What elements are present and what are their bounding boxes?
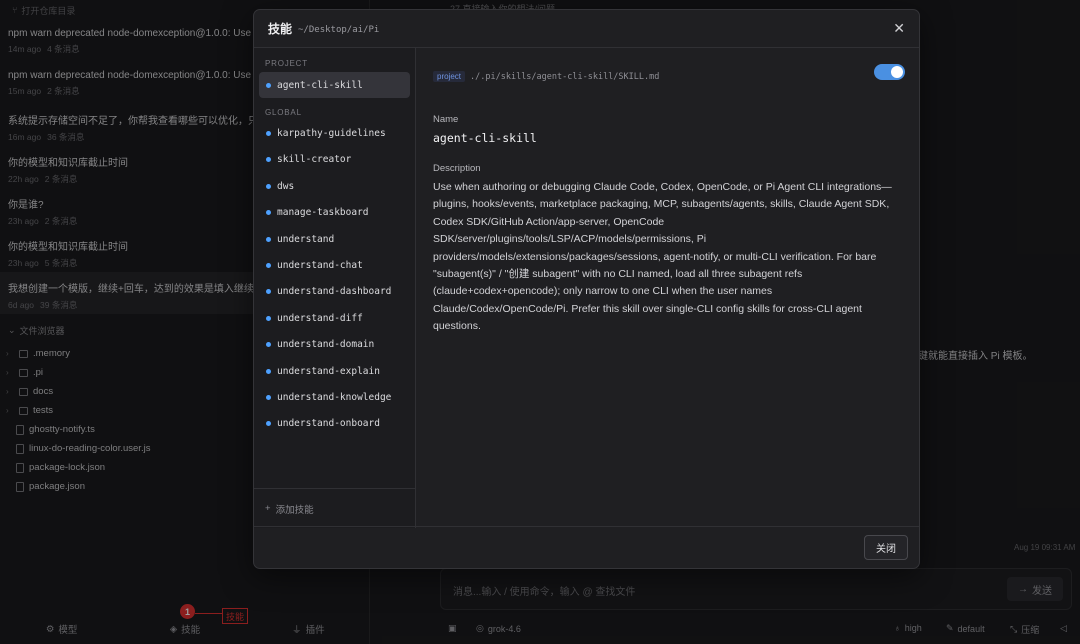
enabled-dot-icon	[266, 421, 271, 427]
skill-item-label: understand-explain	[277, 365, 380, 377]
add-skill-label: 添加技能	[275, 504, 314, 516]
enabled-dot-icon	[266, 210, 271, 216]
dialog-path: ~/Desktop/ai/Pi	[298, 24, 380, 35]
skill-item[interactable]: skill-creator	[259, 147, 410, 173]
app-window: ⑂ 打开仓库目录 npm warn deprecated node-domexc…	[0, 0, 1080, 644]
skill-item-label: karpathy-guidelines	[277, 128, 386, 140]
plus-icon: +	[265, 503, 271, 514]
skill-item-label: understand-dashboard	[277, 286, 392, 298]
enabled-dot-icon	[266, 394, 271, 400]
dialog-title: 技能	[268, 22, 293, 36]
skill-item[interactable]: karpathy-guidelines	[259, 120, 410, 146]
skill-item[interactable]: understand	[259, 226, 410, 252]
enabled-dot-icon	[266, 289, 271, 295]
skill-description: Use when authoring or debugging Claude C…	[433, 181, 892, 333]
skill-item[interactable]: understand-diff	[259, 305, 410, 331]
dialog-header: 技能 ~/Desktop/ai/Pi ✕	[254, 10, 919, 48]
scope-badge: project	[433, 71, 466, 82]
skills-dialog: 技能 ~/Desktop/ai/Pi ✕ PROJECT agent-cli-s…	[253, 9, 920, 569]
skill-item-label: understand-diff	[277, 312, 363, 324]
skill-item-label: manage-taskboard	[277, 207, 369, 219]
skill-item[interactable]: manage-taskboard	[259, 200, 410, 226]
skill-item-label: understand-chat	[277, 260, 363, 272]
skill-item[interactable]: understand-knowledge	[259, 384, 410, 410]
global-section-label: GLOBAL	[265, 108, 302, 118]
skill-item-label: understand	[277, 233, 335, 245]
skill-item[interactable]: agent-cli-skill	[259, 72, 410, 99]
skill-item[interactable]: understand-explain	[259, 358, 410, 384]
skill-item-label: dws	[277, 180, 295, 192]
skill-item[interactable]: understand-chat	[259, 252, 410, 278]
dialog-footer: 关闭	[254, 526, 919, 568]
name-label: Name	[433, 114, 459, 125]
close-icon[interactable]: ✕	[893, 20, 905, 37]
enabled-dot-icon	[266, 263, 271, 269]
enabled-dot-icon	[266, 131, 271, 137]
dialog-body: PROJECT agent-cli-skill GLOBAL karpathy-…	[254, 48, 919, 528]
skill-location: project ./.pi/skills/agent-cli-skill/SKIL…	[433, 66, 905, 84]
add-skill-button[interactable]: + 添加技能	[254, 488, 416, 528]
enabled-dot-icon	[266, 315, 271, 321]
skill-item[interactable]: understand-onboard	[259, 411, 410, 437]
skill-item-label: agent-cli-skill	[277, 79, 363, 91]
enabled-dot-icon	[266, 82, 271, 88]
skill-item-label: skill-creator	[277, 154, 352, 166]
skill-enabled-toggle[interactable]	[874, 64, 905, 80]
enabled-dot-icon	[266, 236, 271, 242]
enabled-dot-icon	[266, 342, 271, 348]
skill-detail: project ./.pi/skills/agent-cli-skill/SKIL…	[417, 48, 919, 528]
enabled-dot-icon	[266, 183, 271, 189]
enabled-dot-icon	[266, 368, 271, 374]
skill-item[interactable]: understand-dashboard	[259, 279, 410, 305]
skill-name: agent-cli-skill	[433, 131, 537, 145]
skill-item-label: understand-knowledge	[277, 391, 392, 403]
skill-item[interactable]: dws	[259, 173, 410, 199]
skill-list: PROJECT agent-cli-skill GLOBAL karpathy-…	[254, 48, 416, 528]
skill-item-label: understand-domain	[277, 339, 375, 351]
skill-file-path: ./.pi/skills/agent-cli-skill/SKILL.md	[470, 72, 660, 82]
enabled-dot-icon	[266, 157, 271, 163]
skill-item-label: understand-onboard	[277, 418, 380, 430]
skill-item[interactable]: understand-domain	[259, 332, 410, 358]
description-label: Description	[433, 163, 481, 174]
project-section-label: PROJECT	[265, 59, 308, 68]
close-button[interactable]: 关闭	[864, 535, 908, 560]
